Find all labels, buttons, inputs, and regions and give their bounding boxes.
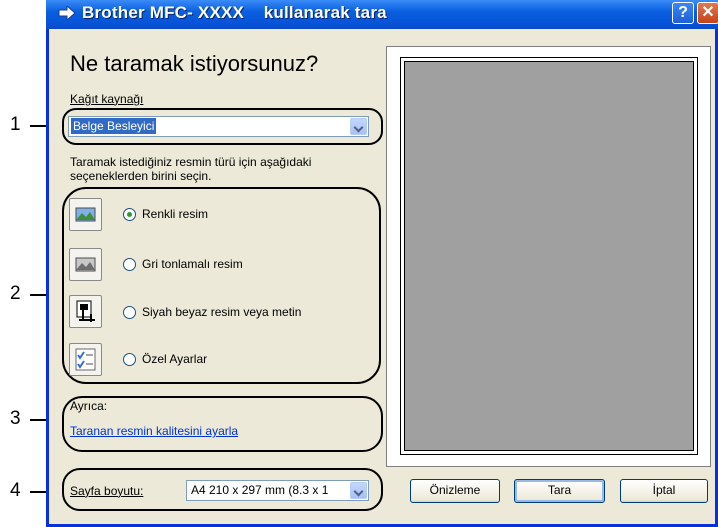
option-custom-label[interactable]: Özel Ayarlar <box>142 352 207 366</box>
preview-button[interactable]: Önizleme <box>410 479 500 503</box>
grayscale-photo-button[interactable] <box>69 248 102 281</box>
also-label: Ayrıca: <box>70 399 108 413</box>
window-title: Brother MFC- XXXX kullanarak tara <box>82 3 387 22</box>
preview-scan-area[interactable] <box>404 61 694 451</box>
page-size-value: A4 210 x 297 mm (8.3 x 1 <box>191 483 329 497</box>
option-color-label[interactable]: Renkli resim <box>142 207 208 221</box>
callout-1: 1 <box>10 114 21 135</box>
color-photo-icon <box>75 207 96 222</box>
instruction-line-1: Taramak istediğiniz resmin türü için aşa… <box>70 155 312 169</box>
page-size-label: Sayfa boyutu: <box>70 484 144 498</box>
black-white-button[interactable] <box>69 295 102 328</box>
page-title: Ne taramak istiyorsunuz? <box>70 51 319 76</box>
option-color-radio[interactable] <box>123 208 136 221</box>
option-bw-label[interactable]: Siyah beyaz resim veya metin <box>142 305 301 319</box>
page-size-select[interactable]: A4 210 x 297 mm (8.3 x 1 <box>186 480 369 501</box>
callout-1-highlight <box>62 108 383 145</box>
callout-2: 2 <box>10 283 21 304</box>
help-button[interactable]: ? <box>672 2 694 24</box>
color-photo-button[interactable] <box>69 198 102 231</box>
callout-4: 4 <box>10 480 21 501</box>
black-white-text-icon <box>76 300 95 322</box>
option-custom-radio[interactable] <box>123 353 136 366</box>
grayscale-photo-icon <box>75 257 96 272</box>
chevron-down-icon[interactable] <box>350 482 367 499</box>
instruction-line-2: seçeneklerden birini seçin. <box>70 169 212 183</box>
option-bw-radio[interactable] <box>123 306 136 319</box>
custom-settings-icon <box>75 348 96 371</box>
paper-source-label: Kağıt kaynağı <box>70 92 144 106</box>
cancel-button[interactable]: İptal <box>620 479 708 503</box>
option-gray-label[interactable]: Gri tonlamalı resim <box>142 257 243 271</box>
scan-button[interactable]: Tara <box>514 479 605 503</box>
adjust-quality-link[interactable]: Taranan resmin kalitesini ayarla <box>70 424 238 438</box>
custom-settings-button[interactable] <box>69 343 102 376</box>
option-gray-radio[interactable] <box>123 258 136 271</box>
close-button[interactable]: ✕ <box>697 2 718 24</box>
scan-arrow-icon <box>58 6 76 20</box>
callout-3: 3 <box>10 408 21 429</box>
callout-2-highlight <box>62 187 381 384</box>
